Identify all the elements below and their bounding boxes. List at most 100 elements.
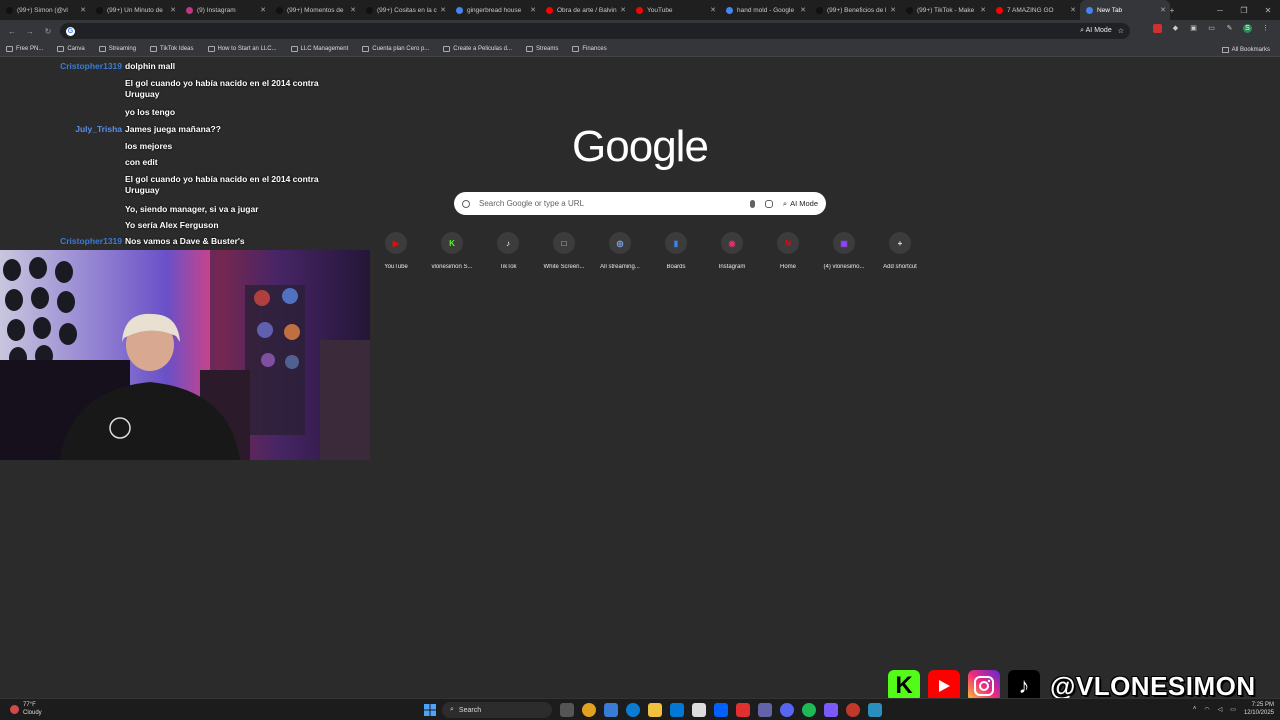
app-red-icon[interactable] [736, 703, 750, 717]
bookmark-item[interactable]: How to Start an LLC... [207, 46, 277, 52]
tab-close-icon[interactable]: ✕ [710, 6, 716, 14]
shortcut-tile[interactable]: Kvlonesimon S... [424, 232, 480, 270]
tab-close-icon[interactable]: ✕ [890, 6, 896, 14]
browser-tab[interactable]: (9) Instagram ✕ [180, 0, 270, 20]
calculator-icon[interactable] [868, 703, 882, 717]
browser-tab[interactable]: (99+) Momentos de ✕ [270, 0, 360, 20]
bookmark-item[interactable]: Cuenta plan Cero p... [362, 46, 429, 52]
bookmark-item[interactable]: LLC Management [290, 46, 348, 52]
store-icon[interactable] [692, 703, 706, 717]
shortcut-tile[interactable]: ◉ Instagram [704, 232, 760, 270]
browser-tab[interactable]: (99+) TikTok - Make ✕ [900, 0, 990, 20]
outlook-icon[interactable] [670, 703, 684, 717]
close-window-button[interactable]: ✕ [1256, 6, 1280, 15]
all-bookmarks-button[interactable]: All Bookmarks [1221, 42, 1270, 57]
browser-tab[interactable]: (99+) Simon (@vl ✕ [0, 0, 90, 20]
reload-icon[interactable]: ↻ [42, 27, 54, 36]
browser-tab[interactable]: hand mold - Google ✕ [720, 0, 810, 20]
extension-diamond-icon[interactable]: ◆ [1171, 24, 1180, 33]
shortcut-icon: K [441, 232, 463, 254]
clock[interactable]: 7:25 PM 12/10/2025 [1244, 701, 1274, 717]
media-icon[interactable]: ▭ [1207, 24, 1216, 33]
bookmark-item[interactable]: Free PN... [6, 46, 43, 52]
extension-icon[interactable] [1153, 24, 1162, 33]
battery-icon[interactable]: ▭ [1230, 706, 1236, 713]
edge-icon[interactable] [626, 703, 640, 717]
teams-icon[interactable] [758, 703, 772, 717]
shortcut-tile[interactable]: ▮ Boards [648, 232, 704, 270]
microphone-icon[interactable] [749, 199, 755, 208]
tab-close-icon[interactable]: ✕ [620, 6, 626, 14]
maximize-button[interactable]: ❐ [1232, 6, 1256, 15]
weather-widget[interactable]: 77°F Cloudy [10, 701, 42, 717]
discord-icon[interactable] [780, 703, 794, 717]
profile-avatar[interactable]: S [1243, 24, 1252, 33]
browser-tab[interactable]: (99+) Cositas en la c ✕ [360, 0, 450, 20]
back-icon[interactable]: ← [6, 27, 18, 36]
forward-icon[interactable]: → [24, 27, 36, 36]
browser-tab[interactable]: YouTube ✕ [630, 0, 720, 20]
copilot-icon[interactable] [604, 703, 618, 717]
tab-close-icon[interactable]: ✕ [350, 6, 356, 14]
browser-tab[interactable]: Obra de arte / Balvin ✕ [540, 0, 630, 20]
file-explorer-icon[interactable] [648, 703, 662, 717]
spotify-icon[interactable] [802, 703, 816, 717]
windows-start-icon[interactable] [424, 704, 436, 716]
address-bar[interactable]: G ⌕ AI Mode ☆ [60, 23, 1130, 39]
tab-favicon-icon [636, 6, 643, 14]
bookmark-item[interactable]: Streams [526, 46, 558, 52]
bookmark-star-icon[interactable]: ☆ [1118, 27, 1124, 35]
tab-close-icon[interactable]: ✕ [1070, 6, 1076, 14]
bookmark-item[interactable]: TikTok Ideas [150, 46, 194, 52]
shortcut-tile[interactable]: ▣ (4) vlonesimo... [816, 232, 872, 270]
volume-icon[interactable]: ◁ [1218, 706, 1223, 713]
bookmark-item[interactable]: Streaming [98, 46, 136, 52]
chrome-taskbar-icon[interactable] [582, 703, 596, 717]
shortcut-tile[interactable]: + Add shortcut [872, 232, 928, 270]
chrome-alt-icon[interactable] [846, 703, 860, 717]
tab-favicon-icon [906, 6, 913, 14]
pen-icon[interactable]: ✎ [1225, 24, 1234, 33]
tab-close-icon[interactable]: ✕ [80, 6, 86, 14]
tab-close-icon[interactable]: ✕ [440, 6, 446, 14]
ntp-search-input[interactable]: Search Google or type a URL [479, 199, 750, 208]
bookmark-item[interactable]: Finances [572, 46, 607, 52]
minimize-button[interactable]: ─ [1208, 6, 1232, 15]
tab-close-icon[interactable]: ✕ [800, 6, 806, 14]
tab-close-icon[interactable]: ✕ [530, 6, 536, 14]
shortcut-tile[interactable]: ◎ All streaming... [592, 232, 648, 270]
bookmark-icon [362, 46, 370, 52]
browser-tab[interactable]: (99+) Beneficios de l ✕ [810, 0, 900, 20]
tab-close-icon[interactable]: ✕ [170, 6, 176, 14]
task-view-icon[interactable] [560, 703, 574, 717]
streamer-handle: @VLONESIMON [1050, 670, 1256, 701]
tab-close-icon[interactable]: ✕ [260, 6, 266, 14]
ai-mode-button[interactable]: ⌕ AI Mode [783, 199, 818, 209]
wifi-icon[interactable]: ◠ [1204, 706, 1209, 713]
omnibox-ai-mode-button[interactable]: ⌕ AI Mode [1080, 27, 1112, 35]
browser-tab[interactable]: gingerbread house ✕ [450, 0, 540, 20]
bookmark-item[interactable]: Create a Peliculas d... [443, 46, 512, 52]
shortcut-tile[interactable]: □ White Screen... [536, 232, 592, 270]
browser-tab[interactable]: (99+) Un Minuto de ✕ [90, 0, 180, 20]
dropbox-icon[interactable] [714, 703, 728, 717]
tray-chevron-icon[interactable]: ˄ [1193, 706, 1197, 712]
menu-icon[interactable]: ⋮ [1261, 24, 1270, 33]
clock-time: 7:25 PM [1251, 702, 1274, 708]
app-purple-icon[interactable] [824, 703, 838, 717]
bookmark-item[interactable]: Canva [57, 46, 85, 52]
system-tray: ˄ ◠ ◁ ▭ 7:25 PM 12/10/2025 [1193, 701, 1274, 717]
tab-close-icon[interactable]: ✕ [980, 6, 986, 14]
chat-username: Cristopher1319 [60, 61, 122, 71]
shortcut-label: Instagram [718, 264, 746, 270]
google-lens-icon[interactable] [764, 199, 773, 208]
new-tab-button[interactable]: + [1160, 6, 1184, 15]
taskbar-search[interactable]: ⌕ Search [442, 702, 552, 718]
ntp-search-box[interactable]: Search Google or type a URL ⌕ AI Mode [454, 192, 826, 215]
shortcut-tile[interactable]: ♪ TikTok [480, 232, 536, 270]
browser-tab[interactable]: New Tab ✕ [1080, 0, 1170, 20]
browser-tab[interactable]: 7 AMAZING GO ✕ [990, 0, 1080, 20]
extensions-puzzle-icon[interactable]: ▣ [1189, 24, 1198, 33]
shortcut-tile[interactable]: N Home [760, 232, 816, 270]
shortcut-tile[interactable]: ▶ YouTube [368, 232, 424, 270]
